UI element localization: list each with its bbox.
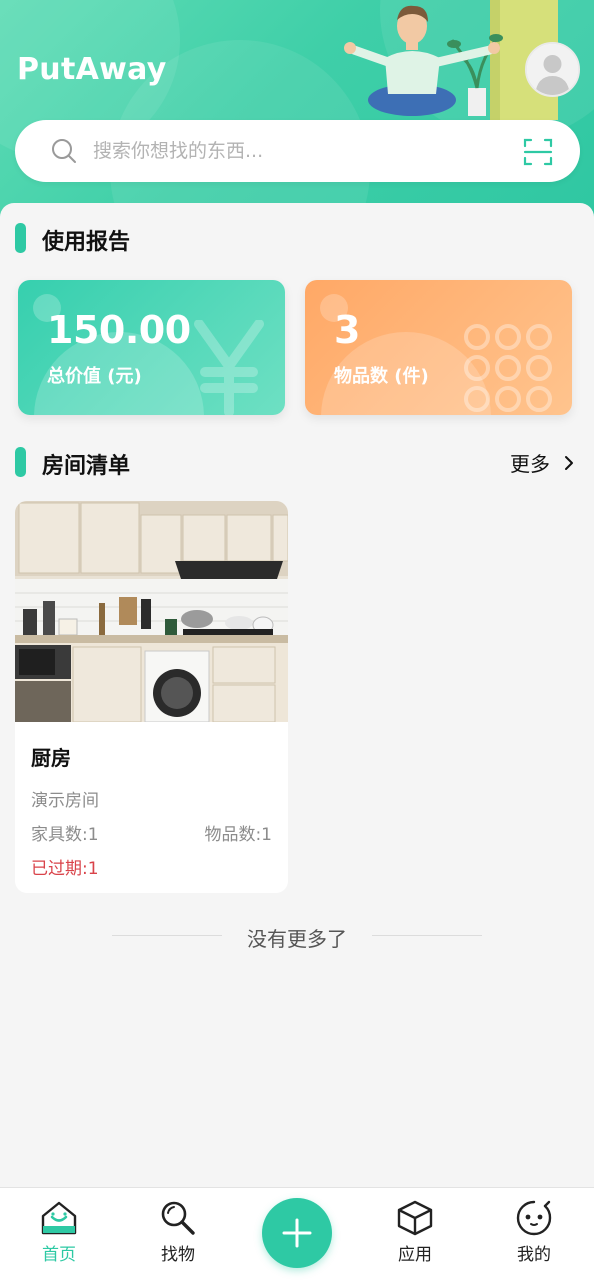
no-more-text: 没有更多了 bbox=[247, 927, 347, 951]
more-label: 更多 bbox=[510, 452, 550, 476]
divider-right bbox=[372, 935, 482, 936]
section-title-room-list: 房间清单 bbox=[42, 454, 131, 479]
user-silhouette-icon bbox=[527, 44, 578, 95]
search-bar[interactable] bbox=[15, 120, 580, 182]
tab-mine-label: 我的 bbox=[517, 1245, 551, 1265]
home-icon bbox=[41, 1201, 77, 1235]
cube-icon bbox=[397, 1200, 433, 1236]
tab-find-label: 找物 bbox=[161, 1245, 195, 1265]
avatar[interactable] bbox=[525, 42, 580, 97]
tab-home[interactable]: 首页 bbox=[19, 1200, 99, 1265]
main-content: 使用报告 150.00 总价值 (元) 3 物品数 (件) 房间清单 更多 厨房… bbox=[0, 203, 594, 1188]
search-input[interactable] bbox=[93, 134, 473, 168]
add-button[interactable] bbox=[262, 1198, 332, 1268]
tab-find[interactable]: 找物 bbox=[138, 1200, 218, 1265]
room-item-count: 物品数:1 bbox=[204, 825, 272, 845]
scan-icon[interactable] bbox=[523, 137, 553, 167]
section-accent-bar bbox=[15, 447, 26, 477]
section-accent-bar bbox=[15, 223, 26, 253]
grid-circles-icon bbox=[464, 324, 552, 412]
yuan-icon bbox=[194, 320, 264, 415]
room-expired-count: 已过期:1 bbox=[31, 859, 99, 879]
chevron-right-icon bbox=[565, 455, 573, 470]
usage-report-header: 使用报告 bbox=[0, 218, 594, 258]
item-count-card[interactable]: 3 物品数 (件) bbox=[305, 280, 572, 415]
tab-apps-label: 应用 bbox=[398, 1245, 432, 1265]
header: PutAway bbox=[0, 0, 594, 230]
more-link[interactable]: 更多 bbox=[510, 448, 574, 477]
tab-apps[interactable]: 应用 bbox=[375, 1200, 455, 1265]
bottom-tab-bar: 首页 找物 应用 我的 bbox=[0, 1187, 594, 1280]
tab-home-label: 首页 bbox=[42, 1245, 76, 1265]
room-name: 厨房 bbox=[31, 746, 71, 770]
item-count: 3 bbox=[334, 308, 360, 352]
search-icon bbox=[52, 139, 76, 163]
plus-icon bbox=[282, 1218, 312, 1248]
tab-mine[interactable]: 我的 bbox=[494, 1200, 574, 1265]
section-title-usage-report: 使用报告 bbox=[42, 230, 131, 255]
room-description: 演示房间 bbox=[31, 791, 99, 811]
face-icon bbox=[516, 1200, 552, 1236]
search-icon bbox=[161, 1201, 195, 1235]
room-card[interactable]: 厨房 演示房间 家具数:1 物品数:1 已过期:1 bbox=[15, 501, 288, 893]
total-value-label: 总价值 (元) bbox=[47, 366, 142, 387]
app-title: PutAway bbox=[17, 52, 167, 87]
total-value-card[interactable]: 150.00 总价值 (元) bbox=[18, 280, 285, 415]
item-count-label: 物品数 (件) bbox=[334, 366, 429, 387]
total-value: 150.00 bbox=[47, 308, 191, 352]
kitchen-photo bbox=[15, 501, 288, 722]
room-list-header: 房间清单 更多 bbox=[0, 442, 594, 482]
room-furniture-count: 家具数:1 bbox=[31, 825, 99, 845]
